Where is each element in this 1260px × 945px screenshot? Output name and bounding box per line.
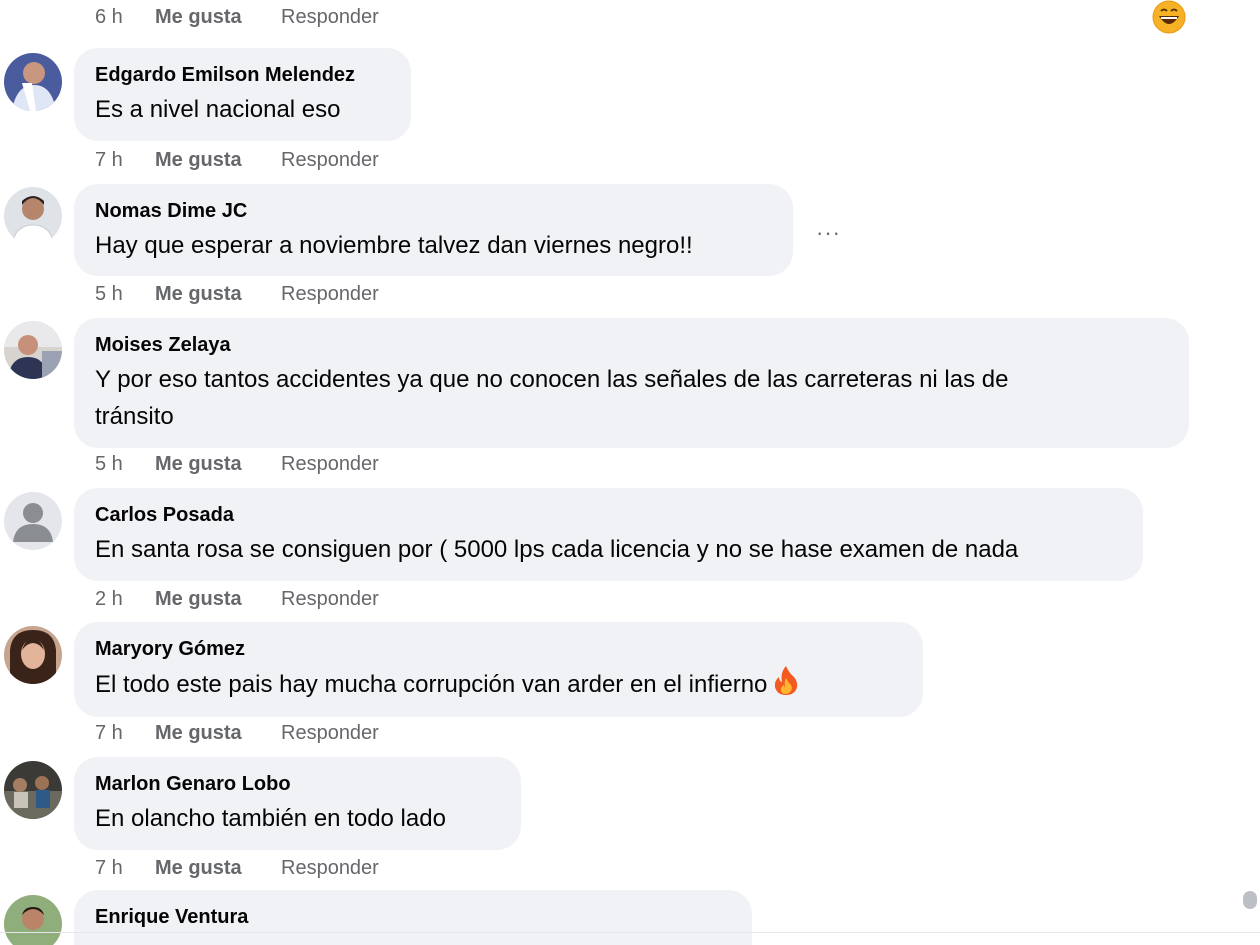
avatar[interactable] (4, 187, 62, 245)
comment-text: En olancho también en todo lado (95, 805, 446, 832)
reply-link[interactable]: Responder (281, 722, 379, 745)
comment-time[interactable]: 6 h (95, 6, 155, 29)
like-link[interactable]: Me gusta (155, 283, 281, 306)
like-link[interactable]: Me gusta (155, 453, 281, 476)
comment-bubble: Marlon Genaro Lobo En olancho también en… (74, 757, 521, 850)
comment-time[interactable]: 5 h (95, 283, 155, 306)
comment-bubble: Edgardo Emilson Melendez Es a nivel naci… (74, 48, 411, 141)
reply-link[interactable]: Responder (281, 588, 379, 611)
scrollbar-thumb[interactable] (1243, 891, 1257, 909)
comment-time[interactable]: 5 h (95, 453, 155, 476)
avatar[interactable] (4, 626, 62, 684)
reply-link[interactable]: Responder (281, 857, 379, 880)
comment-bubble: Moises Zelaya Y por eso tantos accidente… (74, 318, 1189, 448)
like-link[interactable]: Me gusta (155, 722, 281, 745)
reply-link[interactable]: Responder (281, 149, 379, 172)
comment-time[interactable]: 7 h (95, 149, 155, 172)
like-link[interactable]: Me gusta (155, 857, 281, 880)
comment-author[interactable]: Marlon Genaro Lobo (95, 772, 500, 798)
comment-text: Hay que esperar a noviembre talvez dan v… (95, 232, 693, 259)
comment-bubble: Nomas Dime JC Hay que esperar a noviembr… (74, 184, 793, 276)
comment-time[interactable]: 2 h (95, 588, 155, 611)
comment-bubble: Carlos Posada En santa rosa se consiguen… (74, 488, 1143, 581)
reply-link[interactable]: Responder (281, 283, 379, 306)
comment-bubble: Maryory Gómez El todo este pais hay much… (74, 622, 923, 717)
avatar[interactable] (4, 761, 62, 819)
comment-author[interactable]: Moises Zelaya (95, 333, 1168, 359)
comment-bubble: Enrique Ventura (74, 890, 752, 945)
comment-meta: 5 h Me gusta Responder (95, 450, 379, 478)
comment-text-line: Y por eso tantos accidentes ya que no co… (95, 366, 1009, 393)
comment-meta: 2 h Me gusta Responder (95, 585, 379, 613)
avatar[interactable] (4, 492, 62, 550)
like-link[interactable]: Me gusta (155, 149, 281, 172)
comment-meta: 7 h Me gusta Responder (95, 854, 379, 882)
comment-author[interactable]: Carlos Posada (95, 503, 1122, 529)
comment-meta: 7 h Me gusta Responder (95, 146, 379, 174)
comment-text: Y por eso tantos accidentes ya que no co… (95, 361, 1168, 435)
avatar[interactable] (4, 321, 62, 379)
more-options-button[interactable]: ··· (816, 220, 841, 246)
comment-time[interactable]: 7 h (95, 857, 155, 880)
reply-link[interactable]: Responder (281, 453, 379, 476)
comment-text: El todo este pais hay mucha corrupción v… (95, 665, 902, 706)
like-link[interactable]: Me gusta (155, 588, 281, 611)
comment-author[interactable]: Enrique Ventura (95, 905, 731, 931)
comment-text-line: tránsito (95, 403, 174, 430)
laughing-emoji-icon (1152, 0, 1186, 39)
comment-author[interactable]: Maryory Gómez (95, 637, 902, 663)
comment-meta: 5 h Me gusta Responder (95, 280, 379, 308)
comment-text: En santa rosa se consiguen por ( 5000 lp… (95, 536, 1019, 563)
divider (0, 932, 1260, 933)
comment-meta: 6 h Me gusta Responder (95, 3, 379, 31)
comment-text: Es a nivel nacional eso (95, 96, 341, 123)
comment-text-content: El todo este pais hay mucha corrupción v… (95, 670, 768, 698)
reply-link[interactable]: Responder (281, 6, 379, 29)
fire-icon (773, 665, 799, 706)
avatar[interactable] (4, 895, 62, 945)
comments-page: 6 h Me gusta Responder Edgardo Emilson M… (0, 0, 1260, 945)
comment-author[interactable]: Nomas Dime JC (95, 199, 772, 225)
comment-author[interactable]: Edgardo Emilson Melendez (95, 63, 390, 89)
avatar[interactable] (4, 53, 62, 111)
comment-time[interactable]: 7 h (95, 722, 155, 745)
comment-meta: 7 h Me gusta Responder (95, 719, 379, 747)
like-link[interactable]: Me gusta (155, 6, 281, 29)
